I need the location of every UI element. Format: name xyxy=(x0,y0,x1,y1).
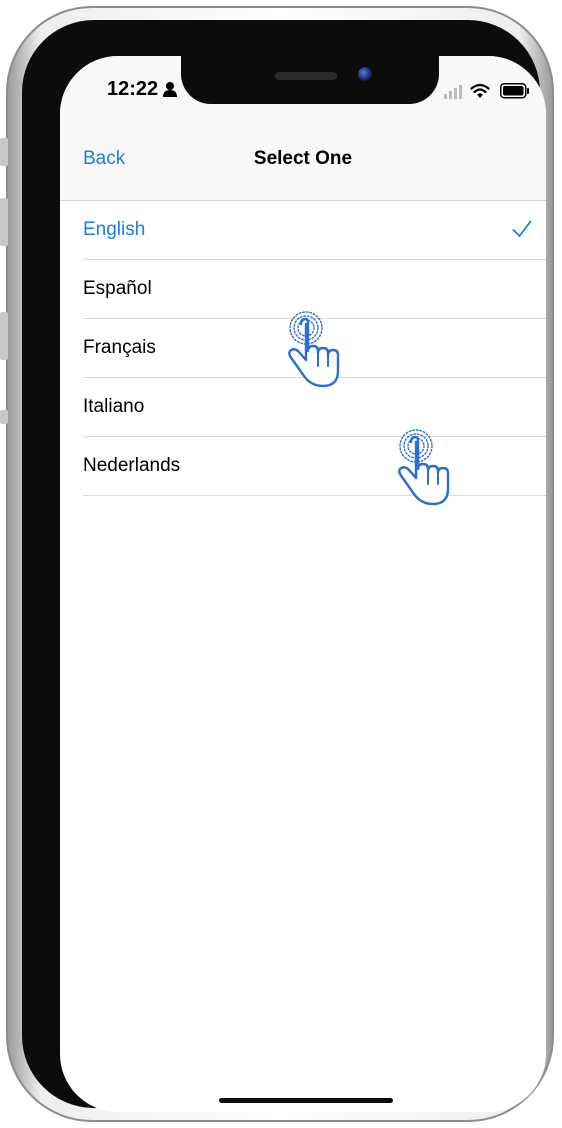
silent-switch xyxy=(0,138,8,166)
phone-screen: 12:22 Back Select One English Español Fr… xyxy=(60,56,546,1112)
list-item-label: Español xyxy=(83,278,152,299)
list-item-label: Italiano xyxy=(83,396,145,417)
signal-icon xyxy=(444,85,462,99)
list-item-label: Français xyxy=(83,337,156,358)
battery-icon xyxy=(500,83,529,99)
person-icon xyxy=(163,82,177,97)
list-item-nederlands[interactable]: Nederlands xyxy=(83,437,546,496)
list-item-label: Nederlands xyxy=(83,455,181,476)
tap-hand-icon xyxy=(288,311,340,388)
home-indicator[interactable] xyxy=(219,1098,393,1103)
list-item-label: English xyxy=(83,219,146,240)
navigation-bar: Back Select One xyxy=(60,132,546,201)
tap-hand-icon xyxy=(398,429,450,506)
speaker-grille xyxy=(275,72,337,80)
page-title: Select One xyxy=(253,148,353,169)
side-button xyxy=(0,410,8,424)
status-time: 12:22 xyxy=(107,78,159,100)
notch xyxy=(181,56,439,104)
wifi-icon xyxy=(470,83,490,98)
phone-bezel: 12:22 Back Select One English Español Fr… xyxy=(22,20,546,1112)
volume-down-button xyxy=(0,312,8,360)
list-item-english[interactable]: English xyxy=(83,201,546,260)
checkmark-icon xyxy=(512,220,532,237)
volume-up-button xyxy=(0,198,8,246)
front-camera xyxy=(358,67,372,81)
